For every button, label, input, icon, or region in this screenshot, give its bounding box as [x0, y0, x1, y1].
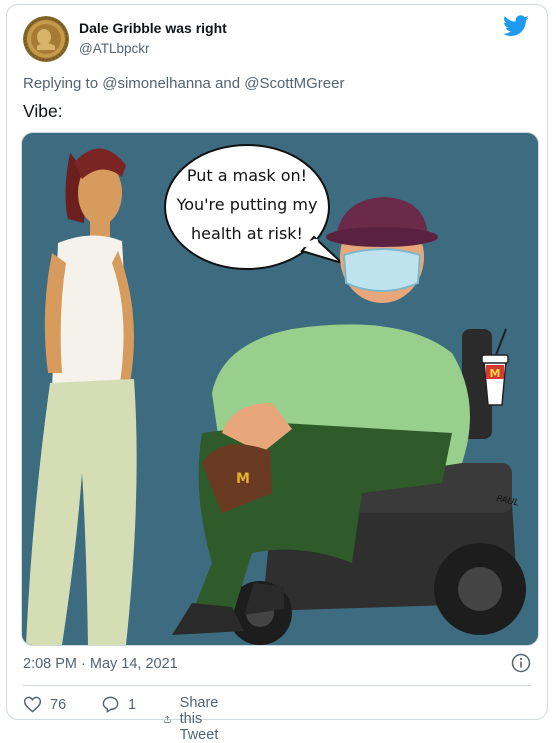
gold-coin-avatar-icon [23, 16, 69, 62]
tweet-text: Vibe: [23, 101, 63, 121]
bag-logo: M [236, 471, 250, 487]
author-handle[interactable]: @ATLbpckr [79, 41, 149, 56]
speech-line-2: You're putting my [176, 195, 318, 214]
reply-bubble-icon [102, 696, 119, 713]
reply-count: 1 [128, 696, 137, 713]
reply-conjunction: and [215, 75, 241, 92]
tweet-card: Dale Gribble was right @ATLbpckr Replyin… [6, 4, 548, 743]
reply-prefix: Replying to [23, 75, 99, 92]
avatar[interactable] [23, 16, 69, 62]
mention-link[interactable]: @simonelhanna [102, 75, 211, 92]
tweet-image[interactable]: Put a mask on! You're putting my health … [21, 132, 539, 646]
share-button[interactable]: Share this Tweet [163, 695, 229, 743]
mention-link[interactable]: @ScottMGreer [244, 75, 344, 92]
tweet-timestamp[interactable]: 2:08 PM · May 14, 2021 [23, 656, 178, 672]
comic-illustration: Put a mask on! You're putting my health … [22, 133, 538, 645]
speech-line-3: health at risk! [191, 224, 303, 243]
like-count: 76 [50, 696, 67, 713]
speech-line-1: Put a mask on! [187, 166, 307, 185]
divider [23, 685, 531, 686]
twitter-bird-icon[interactable] [503, 15, 529, 37]
author-name[interactable]: Dale Gribble was right [79, 20, 227, 36]
reply-context: Replying to @simonelhanna and @ScottMGre… [23, 75, 344, 92]
like-button[interactable]: 76 [23, 695, 66, 714]
share-label: Share this Tweet [179, 695, 219, 743]
heart-icon [23, 696, 42, 713]
cup-logo: M [490, 367, 501, 380]
reply-button[interactable]: 1 [101, 695, 136, 714]
info-icon[interactable] [511, 653, 531, 673]
